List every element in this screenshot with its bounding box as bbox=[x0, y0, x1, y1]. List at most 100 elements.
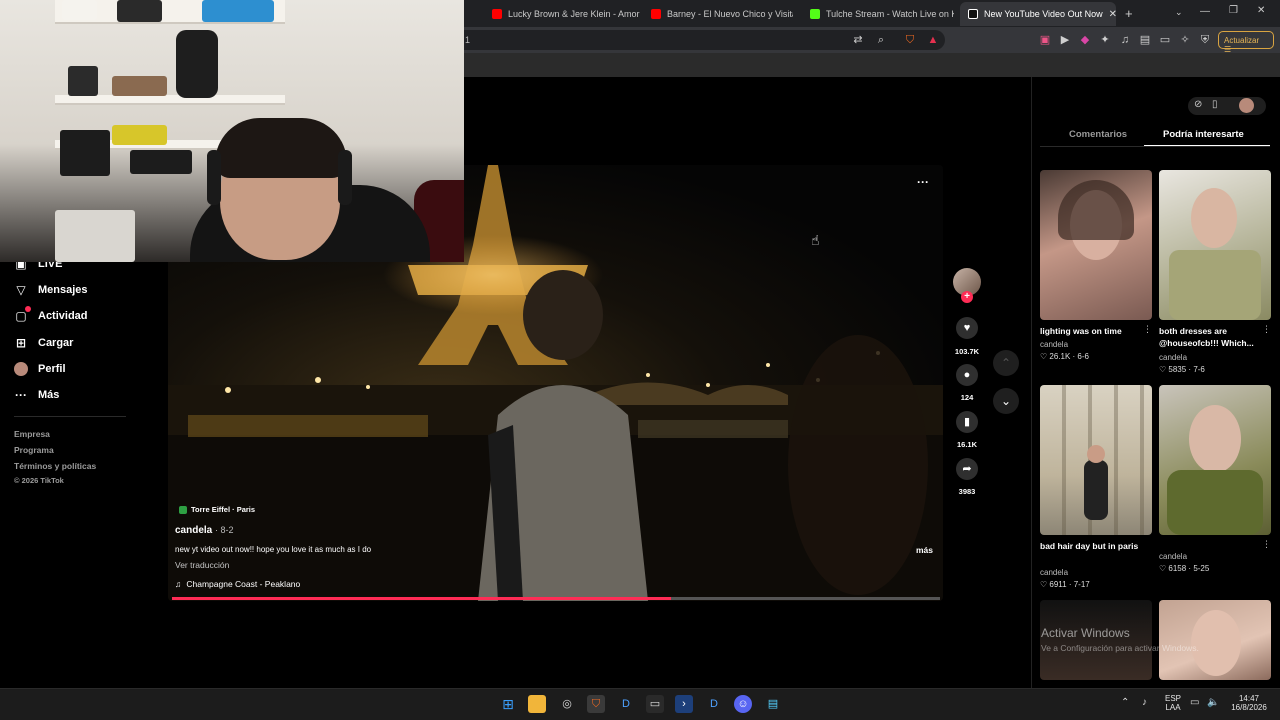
music-icon[interactable]: ♫ bbox=[1118, 33, 1132, 47]
clock-time: 14:47 bbox=[1238, 694, 1260, 703]
app-icon[interactable]: D bbox=[617, 695, 635, 713]
card-author[interactable]: candela bbox=[1040, 568, 1068, 577]
sidebar-icon[interactable]: ▤ bbox=[1138, 33, 1152, 47]
volume-icon[interactable]: 🔈 bbox=[1207, 697, 1219, 708]
location-tag[interactable]: Torre Eiffel · Paris bbox=[179, 505, 255, 514]
sidebar-item-upload[interactable]: ⊞ Cargar bbox=[14, 336, 74, 350]
tab-recommended[interactable]: Podría interesarte bbox=[1163, 129, 1244, 140]
card-title[interactable]: lighting was on time bbox=[1040, 325, 1152, 337]
update-button[interactable]: Actualizar ☰ bbox=[1218, 31, 1274, 54]
device-icon[interactable]: ▯ bbox=[1212, 99, 1218, 110]
brave-shield-icon[interactable]: ⛉ bbox=[903, 33, 917, 47]
language-indicator[interactable]: ESP LAA bbox=[1163, 694, 1183, 712]
comment-button[interactable]: ● bbox=[956, 364, 978, 386]
recommended-video-thumbnail[interactable] bbox=[1040, 170, 1152, 320]
url-input[interactable]: 1 bbox=[455, 30, 945, 50]
video-progress-bar[interactable] bbox=[172, 597, 940, 600]
zoom-icon[interactable]: ⌕ bbox=[874, 33, 888, 47]
card-author[interactable]: candela bbox=[1159, 353, 1187, 362]
sidebar-item-profile[interactable]: Perfil bbox=[14, 362, 66, 376]
extension-icon[interactable]: ◆ bbox=[1078, 33, 1092, 47]
recommended-video-thumbnail[interactable] bbox=[1040, 385, 1152, 535]
maximize-icon[interactable]: ❐ bbox=[1229, 5, 1238, 16]
user-avatar[interactable] bbox=[1239, 98, 1254, 113]
vpn-icon[interactable]: ⛨ bbox=[1198, 33, 1212, 47]
close-tab-icon[interactable]: ✕ bbox=[1109, 9, 1116, 20]
browser-tab-3[interactable]: Tulche Stream - Watch Live on Kick bbox=[802, 4, 954, 24]
video-author[interactable]: candela bbox=[175, 525, 212, 536]
clock[interactable]: 14:47 16/8/2026 bbox=[1226, 694, 1272, 712]
windows-start-icon[interactable]: ⊞ bbox=[499, 695, 517, 713]
like-button[interactable]: ♥ bbox=[956, 317, 978, 339]
sidebar-item-more[interactable]: ··· Más bbox=[14, 388, 59, 402]
footer-link-terms[interactable]: Términos y políticas bbox=[14, 461, 96, 471]
card-likes: 6911 bbox=[1049, 580, 1067, 589]
video-caption: new yt video out now!! hope you love it … bbox=[175, 545, 372, 554]
caption-more-button[interactable]: más bbox=[916, 545, 933, 555]
card-stats: ♡ 26.1K · 6-6 bbox=[1040, 352, 1089, 361]
card-more-icon[interactable]: ⋮ bbox=[1143, 324, 1152, 335]
file-explorer-icon[interactable] bbox=[528, 695, 546, 713]
tab-list-icon[interactable]: ⌄ bbox=[1175, 7, 1183, 18]
app-icon[interactable]: ◎ bbox=[558, 695, 576, 713]
tab-comments[interactable]: Comentarios bbox=[1069, 129, 1127, 140]
card-date: 7-6 bbox=[1193, 365, 1205, 374]
browser-tab-active[interactable]: New YouTube Video Out Now ✕ bbox=[960, 2, 1116, 26]
sidebar-item-messages[interactable]: ▽ Mensajes bbox=[14, 283, 87, 297]
card-author[interactable]: candela bbox=[1040, 340, 1068, 349]
recommended-video-thumbnail[interactable] bbox=[1040, 600, 1152, 680]
comment-icon: ● bbox=[963, 369, 971, 381]
webcam-overlay bbox=[0, 0, 464, 262]
terminal-icon[interactable]: ▭ bbox=[646, 695, 664, 713]
card-author[interactable]: candela bbox=[1159, 552, 1187, 561]
like-count: 103.7K bbox=[954, 347, 980, 356]
card-title[interactable]: both dresses are @houseofcb!!! Which... bbox=[1159, 325, 1271, 349]
footer-link-company[interactable]: Empresa bbox=[14, 429, 50, 439]
sidebar-item-activity[interactable]: ▢ Actividad bbox=[14, 306, 88, 323]
media-icon[interactable]: ▶ bbox=[1058, 33, 1072, 47]
footer-link-program[interactable]: Programa bbox=[14, 445, 54, 455]
recommended-video-thumbnail[interactable] bbox=[1159, 600, 1271, 680]
leo-ai-icon[interactable]: ✧ bbox=[1178, 33, 1192, 47]
recommended-video-thumbnail[interactable] bbox=[1159, 170, 1271, 320]
brave-rewards-icon[interactable]: ▲ bbox=[926, 33, 940, 47]
video-date: 8-2 bbox=[220, 525, 234, 535]
save-button[interactable]: ▮ bbox=[956, 411, 978, 433]
tray-chevron-icon[interactable]: ⌃ bbox=[1121, 697, 1129, 708]
activity-icon: ▢ bbox=[14, 306, 31, 323]
youtube-favicon-icon bbox=[651, 9, 661, 19]
brave-browser-icon[interactable]: ⛉ bbox=[587, 695, 605, 713]
microphone-icon[interactable]: ♪ bbox=[1142, 697, 1147, 708]
tab-title: Tulche Stream - Watch Live on Kick bbox=[826, 9, 954, 19]
extensions-puzzle-icon[interactable]: ✦ bbox=[1098, 33, 1112, 47]
card-more-icon[interactable]: ⋮ bbox=[1262, 539, 1271, 550]
card-likes: 26.1K bbox=[1049, 352, 1071, 361]
powershell-icon[interactable]: › bbox=[675, 695, 693, 713]
app-icon[interactable]: D bbox=[705, 695, 723, 713]
close-window-icon[interactable]: ✕ bbox=[1257, 5, 1265, 16]
translate-link[interactable]: Ver traducción bbox=[175, 560, 229, 570]
previous-video-button[interactable]: ⌃ bbox=[993, 350, 1019, 376]
minimize-icon[interactable]: — bbox=[1200, 6, 1210, 17]
video-options-icon[interactable]: ··· bbox=[917, 175, 929, 189]
next-video-button[interactable]: ⌄ bbox=[993, 388, 1019, 414]
wallet-icon[interactable]: ▭ bbox=[1158, 33, 1172, 47]
new-tab-icon[interactable]: + bbox=[1125, 6, 1133, 21]
copyright: © 2026 TikTok bbox=[14, 476, 64, 485]
translate-icon[interactable]: ⇄ bbox=[851, 33, 865, 47]
share-button[interactable]: ➦ bbox=[956, 458, 978, 480]
notepad-icon[interactable]: ▤ bbox=[764, 695, 782, 713]
browser-tab-2[interactable]: Barney - El Nuevo Chico y Visita bbox=[643, 4, 793, 24]
network-icon[interactable]: ▭ bbox=[1190, 697, 1199, 708]
extension-icon[interactable]: ▣ bbox=[1038, 33, 1052, 47]
browser-tab-1[interactable]: Lucky Brown & Jere Klein - Amor Ex bbox=[484, 4, 640, 24]
follow-plus-icon[interactable]: + bbox=[961, 291, 973, 303]
music-row[interactable]: ♫ Champagne Coast - Peaklano bbox=[175, 579, 300, 589]
recommended-video-thumbnail[interactable] bbox=[1159, 385, 1271, 535]
card-title[interactable]: bad hair day but in paris bbox=[1040, 540, 1152, 552]
card-more-icon[interactable]: ⋮ bbox=[1262, 324, 1271, 335]
settings-icon[interactable]: ⊘ bbox=[1194, 99, 1202, 110]
discord-icon[interactable]: ☺ bbox=[734, 695, 752, 713]
update-label: Actualizar bbox=[1224, 36, 1260, 45]
save-count: 16.1K bbox=[956, 440, 977, 449]
